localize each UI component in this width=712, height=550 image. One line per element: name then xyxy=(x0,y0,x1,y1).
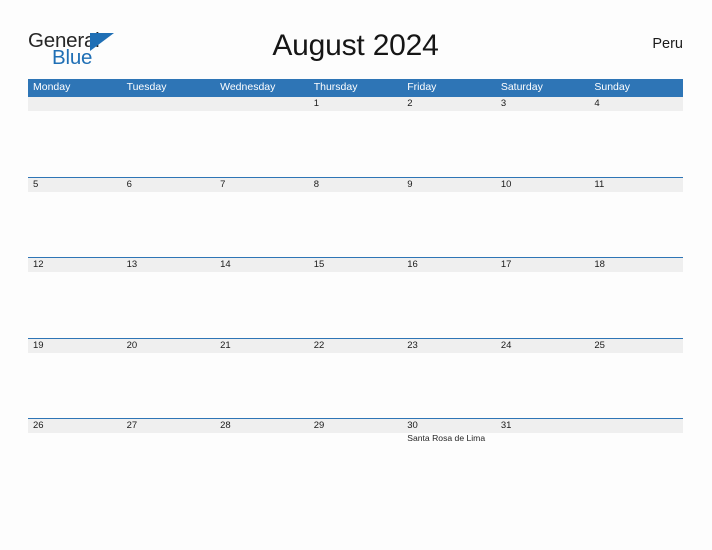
day-number: 22 xyxy=(313,339,325,351)
day-cell[interactable]: 8 xyxy=(309,178,403,192)
day-cell[interactable]: 1 xyxy=(309,97,403,111)
day-event-cell[interactable] xyxy=(496,433,590,445)
day-cell[interactable]: 17 xyxy=(496,258,590,272)
day-number: 12 xyxy=(33,259,44,270)
day-cell[interactable]: 9 xyxy=(402,178,496,192)
day-cell[interactable]: 12 xyxy=(28,258,122,272)
day-number: 17 xyxy=(500,259,512,270)
day-cell[interactable]: 27 xyxy=(122,419,216,433)
day-cell[interactable]: 21 xyxy=(215,339,309,353)
day-cell[interactable]: 19 xyxy=(28,339,122,353)
day-cell[interactable]: 25 xyxy=(589,339,683,353)
day-event-cell[interactable] xyxy=(309,433,403,445)
week-daynumber-band: 1 2 3 4 xyxy=(28,96,683,111)
day-cell[interactable]: 6 xyxy=(122,178,216,192)
day-number: 14 xyxy=(220,259,231,270)
day-number: 26 xyxy=(33,420,44,431)
calendar-grid: Monday Tuesday Wednesday Thursday Friday… xyxy=(28,79,683,499)
day-number: 18 xyxy=(594,259,605,270)
weekday-header-saturday: Saturday xyxy=(500,81,543,93)
day-number: 7 xyxy=(220,178,226,190)
day-cell[interactable]: 31 xyxy=(496,419,590,433)
day-cell[interactable]: 22 xyxy=(309,339,403,353)
weekday-header-friday: Friday xyxy=(407,81,437,93)
week-daynumber-band: 26 27 28 29 30 31 xyxy=(28,418,683,433)
day-number: 9 xyxy=(407,178,413,190)
day-number: 2 xyxy=(407,98,413,109)
day-number: 3 xyxy=(500,98,507,109)
day-number: 31 xyxy=(500,420,512,431)
day-number: 19 xyxy=(33,339,44,351)
day-cell[interactable] xyxy=(28,97,122,111)
day-cell[interactable]: 10 xyxy=(496,178,590,192)
event-label: Santa Rosa de Lima xyxy=(407,433,486,443)
day-number: 28 xyxy=(220,420,231,431)
week-daynumber-band: 19 20 21 22 23 24 25 xyxy=(28,337,683,353)
day-number: 11 xyxy=(594,178,605,190)
day-cell[interactable]: 14 xyxy=(215,258,309,272)
day-event-cell[interactable] xyxy=(28,433,122,445)
country-label: Peru xyxy=(652,36,683,52)
day-number: 21 xyxy=(220,339,231,351)
week-events-row: Santa Rosa de Lima xyxy=(28,433,683,445)
day-event-cell[interactable] xyxy=(589,433,683,445)
day-cell[interactable]: 13 xyxy=(122,258,216,272)
day-number: 20 xyxy=(126,339,138,351)
week-row: 19 20 21 22 23 24 25 xyxy=(28,337,683,419)
day-cell[interactable]: 4 xyxy=(589,97,683,111)
day-cell[interactable]: 23 xyxy=(402,339,496,353)
day-number: 10 xyxy=(500,178,512,190)
day-cell[interactable]: 7 xyxy=(215,178,309,192)
day-cell[interactable]: 24 xyxy=(496,339,590,353)
day-number: 5 xyxy=(33,178,39,190)
day-cell[interactable] xyxy=(215,97,309,111)
day-cell[interactable]: 28 xyxy=(215,419,309,433)
day-number: 13 xyxy=(126,259,138,270)
week-row: 26 27 28 29 30 31 Santa Rosa de Lima xyxy=(28,418,683,499)
day-cell[interactable]: 29 xyxy=(309,419,403,433)
day-number: 25 xyxy=(594,339,605,351)
day-number: 23 xyxy=(407,339,418,351)
day-cell[interactable]: 2 xyxy=(402,97,496,111)
day-cell[interactable] xyxy=(122,97,216,111)
day-number: 4 xyxy=(594,98,600,109)
week-row: 5 6 7 8 9 10 11 xyxy=(28,176,683,258)
day-number: 27 xyxy=(126,420,138,431)
day-event-cell[interactable] xyxy=(122,433,216,445)
day-number: 8 xyxy=(313,178,319,190)
week-row: 1 2 3 4 xyxy=(28,96,683,177)
weekday-header-sunday: Sunday xyxy=(594,81,630,93)
calendar-page: General Blue August 2024 Peru Monday Tue… xyxy=(0,0,712,550)
day-number: 1 xyxy=(313,98,319,109)
page-title: August 2024 xyxy=(272,29,439,62)
week-daynumber-band: 12 13 14 15 16 17 18 xyxy=(28,257,683,272)
day-cell[interactable]: 20 xyxy=(122,339,216,353)
day-cell[interactable]: 3 xyxy=(496,97,590,111)
weekday-header-tuesday: Tuesday xyxy=(126,81,167,93)
day-number: 15 xyxy=(313,259,325,270)
weekday-header-row: Monday Tuesday Wednesday Thursday Friday… xyxy=(28,79,683,96)
day-cell[interactable]: 26 xyxy=(28,419,122,433)
day-cell[interactable]: 30 xyxy=(402,419,496,433)
weekday-header-monday: Monday xyxy=(33,81,71,93)
day-number: 29 xyxy=(313,420,325,431)
day-number: 30 xyxy=(407,420,418,431)
weekday-header-wednesday: Wednesday xyxy=(220,81,276,93)
week-row: 12 13 14 15 16 17 18 xyxy=(28,257,683,338)
day-event-cell[interactable] xyxy=(215,433,309,445)
day-cell[interactable]: 5 xyxy=(28,178,122,192)
day-cell[interactable]: 18 xyxy=(589,258,683,272)
page-header: General Blue August 2024 Peru xyxy=(28,26,683,72)
day-number: 24 xyxy=(500,339,512,351)
day-event-cell[interactable]: Santa Rosa de Lima xyxy=(402,433,496,445)
day-cell[interactable] xyxy=(589,419,683,433)
day-number: 16 xyxy=(407,259,418,270)
day-number: 6 xyxy=(126,178,132,190)
weekday-header-thursday: Thursday xyxy=(313,81,358,93)
day-cell[interactable]: 11 xyxy=(589,178,683,192)
week-daynumber-band: 5 6 7 8 9 10 11 xyxy=(28,176,683,192)
day-cell[interactable]: 15 xyxy=(309,258,403,272)
day-cell[interactable]: 16 xyxy=(402,258,496,272)
